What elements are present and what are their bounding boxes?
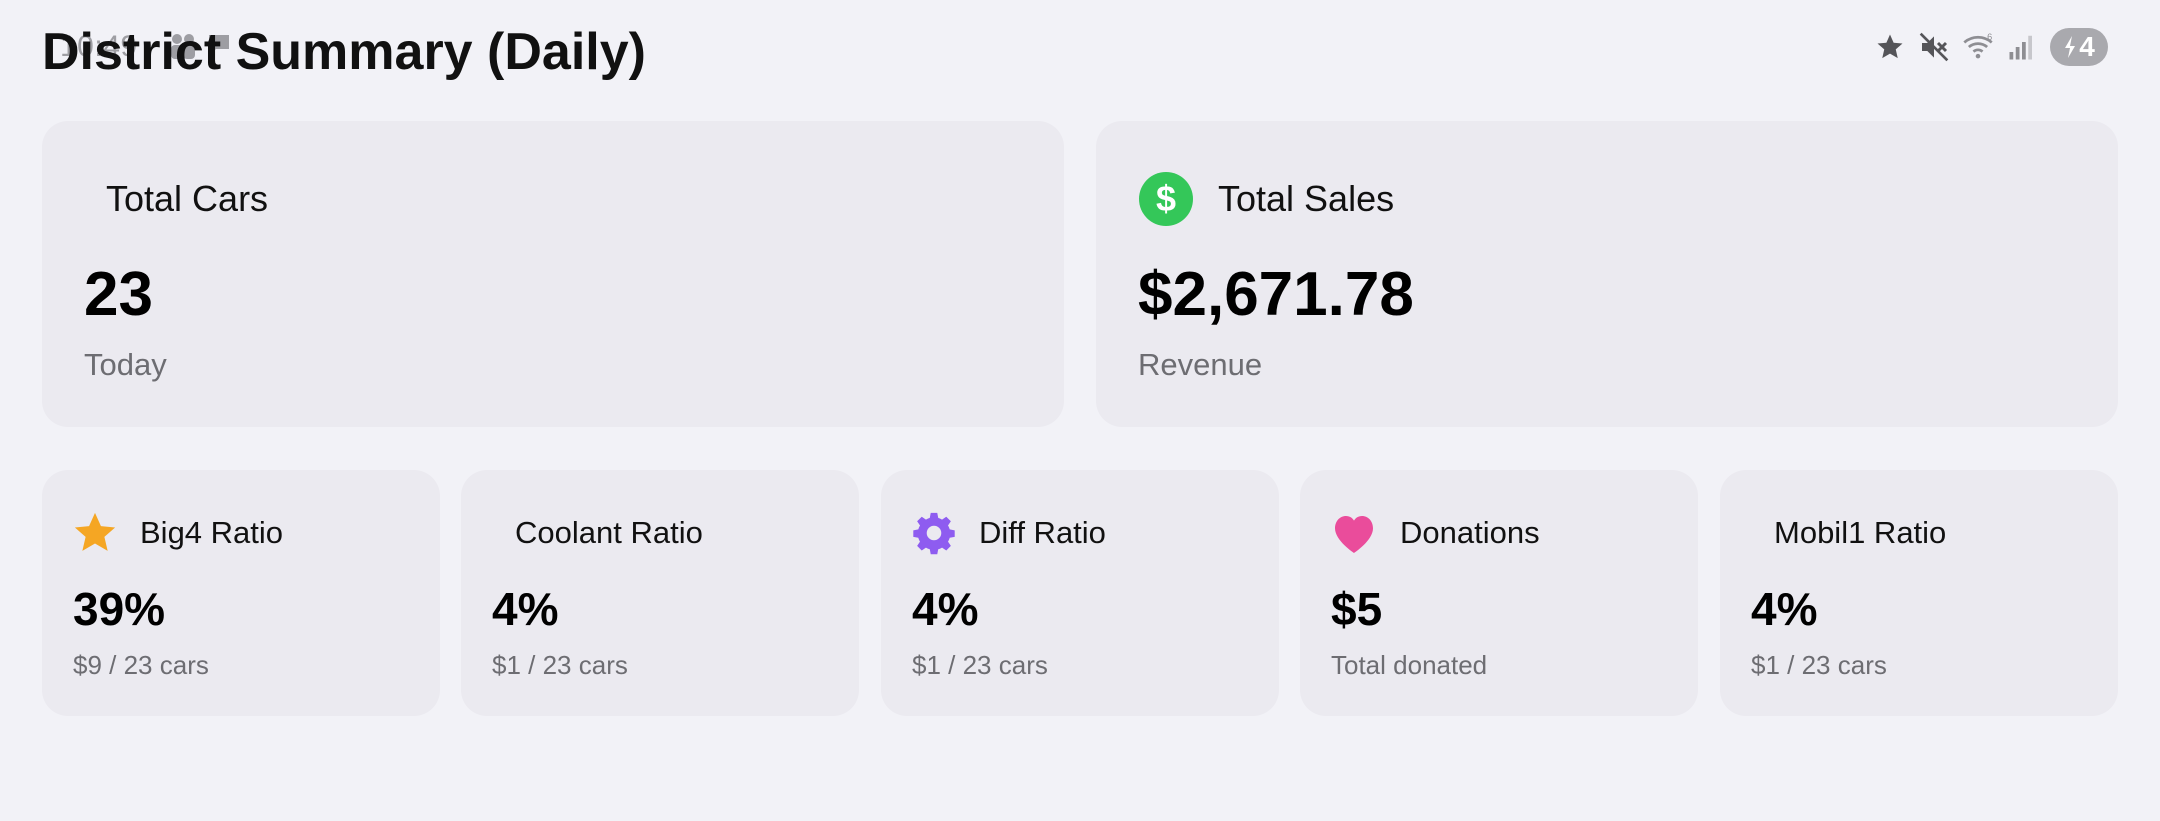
donations-value: $5 [1331, 583, 1383, 635]
diff-ratio-sub: $1 / 23 cars [912, 650, 1048, 680]
total-sales-sub: Revenue [1138, 347, 1263, 382]
svg-text:$: $ [1156, 178, 1176, 219]
battery-level: 4 [2079, 31, 2095, 62]
coolant-ratio-card[interactable]: Coolant Ratio 4% $1 / 23 cars [461, 470, 859, 716]
wifi-icon: 6 [1962, 29, 1994, 65]
donations-card[interactable]: Donations $5 Total donated [1300, 470, 1698, 716]
big4-ratio-value: 39% [73, 583, 166, 635]
total-sales-card[interactable]: $ Total Sales $2,671.78 Revenue [1096, 121, 2118, 427]
svg-text:6: 6 [1987, 32, 1992, 42]
total-cars-value: 23 [84, 260, 153, 329]
gear-icon [911, 510, 957, 556]
big4-ratio-card[interactable]: Big4 Ratio 39% $9 / 23 cars [42, 470, 440, 716]
donations-sub: Total donated [1331, 650, 1488, 680]
page-title: District Summary (Daily) [42, 23, 646, 81]
total-cars-label: Total Cars [106, 178, 269, 219]
battery-icon: 4 [2050, 28, 2108, 66]
dollar-icon: $ [1138, 171, 1194, 227]
mute-icon [1918, 29, 1950, 65]
mobil1-ratio-value: 4% [1751, 583, 1818, 635]
star-icon [72, 510, 118, 556]
total-sales-value: $2,671.78 [1138, 260, 1414, 329]
mobil1-ratio-sub: $1 / 23 cars [1751, 650, 1887, 680]
total-cars-sub: Today [84, 347, 167, 382]
status-right-icons: 6 4 [1874, 28, 2108, 66]
diff-ratio-label: Diff Ratio [979, 515, 1106, 550]
mobil1-ratio-label: Mobil1 Ratio [1774, 515, 1947, 550]
total-cars-card[interactable]: Total Cars 23 Today [42, 121, 1064, 427]
coolant-ratio-sub: $1 / 23 cars [492, 650, 628, 680]
mobil1-ratio-card[interactable]: Mobil1 Ratio 4% $1 / 23 cars [1720, 470, 2118, 716]
signal-icon [2006, 29, 2038, 65]
coolant-ratio-value: 4% [492, 583, 559, 635]
diff-ratio-card[interactable]: Diff Ratio 4% $1 / 23 cars [881, 470, 1279, 716]
donations-label: Donations [1400, 515, 1540, 550]
big4-ratio-sub: $9 / 23 cars [73, 650, 209, 680]
big4-ratio-label: Big4 Ratio [140, 515, 284, 550]
diff-ratio-value: 4% [912, 583, 979, 635]
heart-icon [1330, 510, 1378, 556]
coolant-ratio-label: Coolant Ratio [515, 515, 703, 550]
star-icon [1874, 29, 1906, 65]
total-sales-label: Total Sales [1218, 178, 1395, 219]
